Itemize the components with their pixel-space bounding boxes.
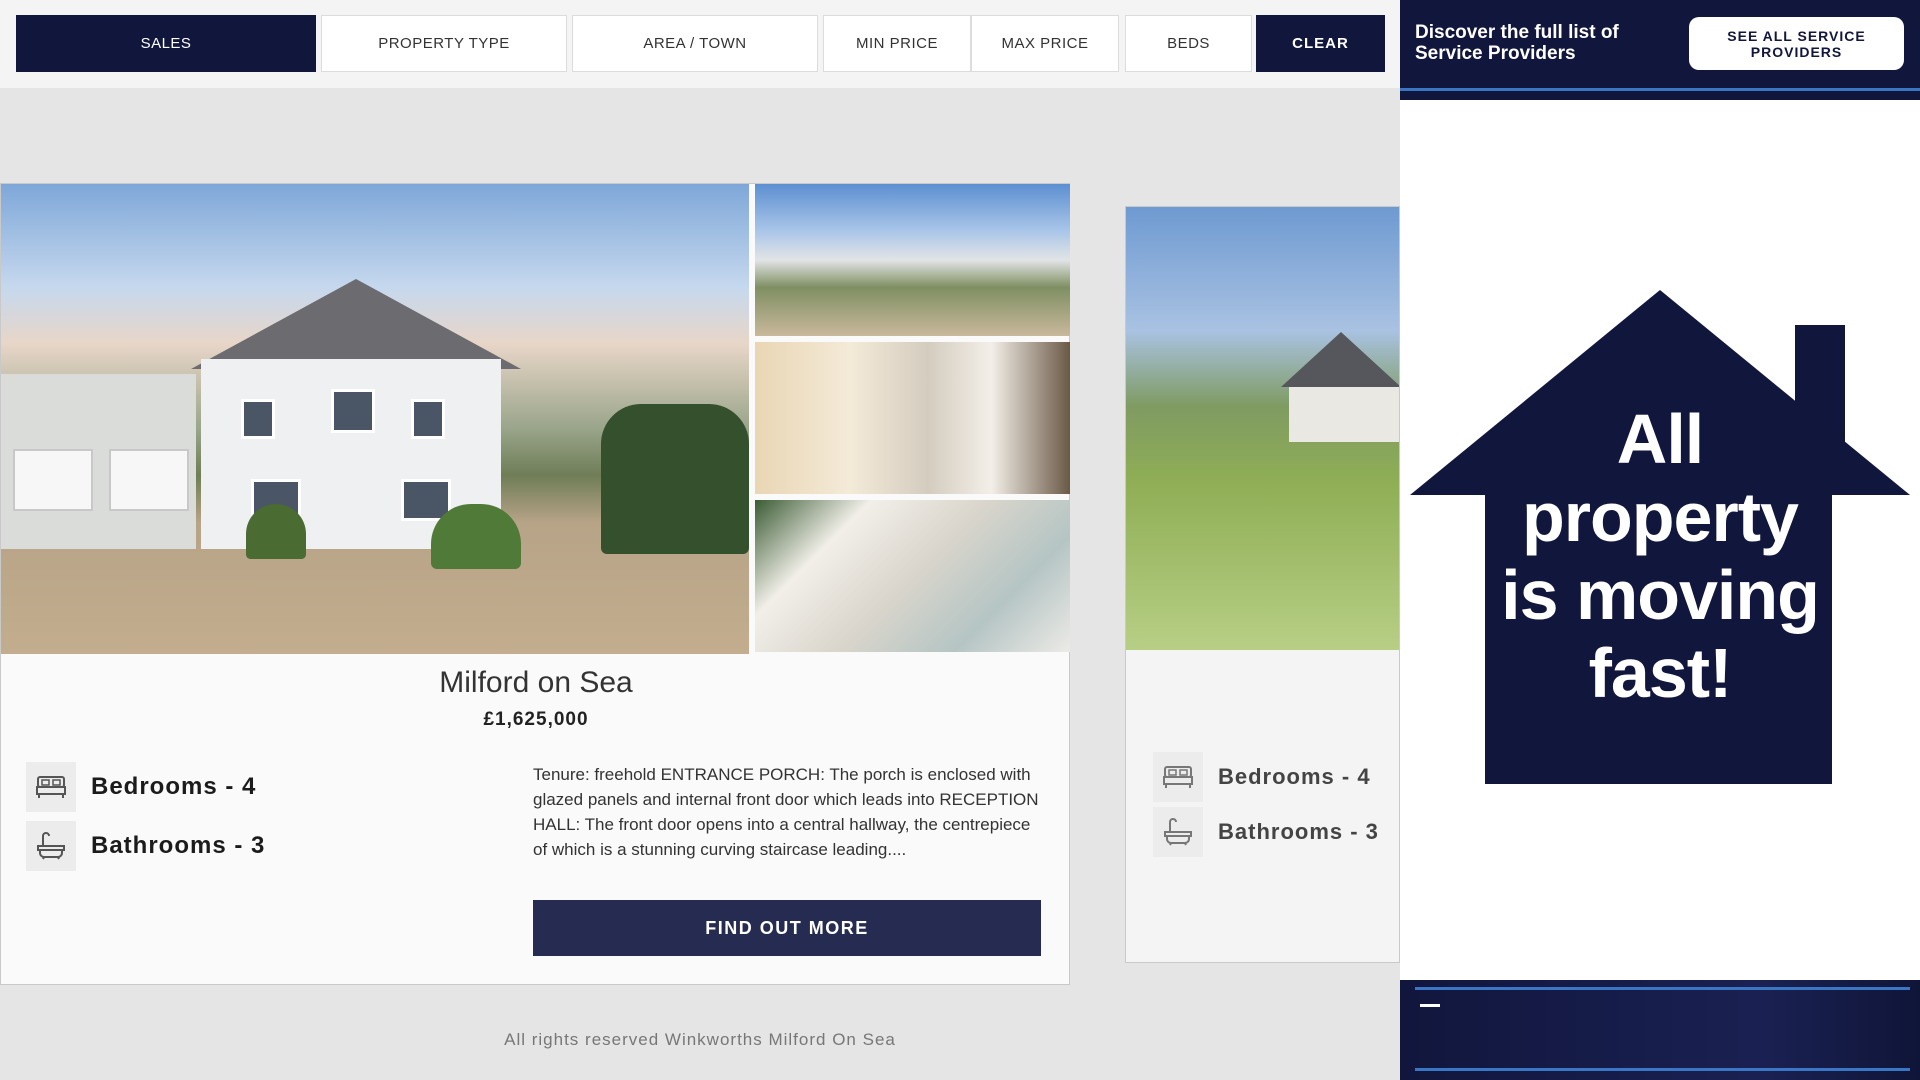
banner-divider bbox=[1400, 88, 1920, 91]
bottom-banner[interactable] bbox=[1400, 980, 1920, 1080]
bathrooms-feature-2: Bathrooms - 3 bbox=[1153, 807, 1379, 857]
bath-icon bbox=[1153, 807, 1203, 857]
property-price: £1,625,000 bbox=[483, 709, 589, 730]
filter-bar: SALES PROPERTY TYPE AREA / TOWN MIN PRIC… bbox=[0, 0, 1400, 88]
property-description: Tenure: freehold ENTRANCE PORCH: The por… bbox=[533, 765, 1039, 859]
find-out-more-button[interactable]: FIND OUT MORE bbox=[533, 900, 1041, 956]
thumbnail-staircase[interactable] bbox=[755, 342, 1070, 494]
main-property-photo[interactable] bbox=[1, 184, 749, 654]
bathrooms-label-2: Bathrooms - 3 bbox=[1218, 819, 1379, 844]
property-photo-2[interactable] bbox=[1126, 207, 1399, 650]
bed-icon bbox=[1153, 752, 1203, 802]
property-title[interactable]: Milford on Sea bbox=[1, 666, 1071, 700]
filter-beds[interactable]: BEDS bbox=[1125, 15, 1252, 72]
bedrooms-feature: Bedrooms - 4 bbox=[26, 762, 256, 812]
thumbnail-living-room[interactable] bbox=[755, 500, 1070, 652]
filter-max-price[interactable]: MAX PRICE bbox=[971, 15, 1119, 72]
advert-line-4: fast! bbox=[1588, 634, 1733, 712]
bathrooms-feature: Bathrooms - 3 bbox=[26, 821, 265, 871]
filter-sales[interactable]: SALES bbox=[16, 15, 316, 72]
thumbnail-exterior[interactable] bbox=[755, 184, 1070, 336]
bedrooms-label-2: Bedrooms - 4 bbox=[1218, 764, 1371, 789]
property-card: Milford on Sea £1,625,000 Bedrooms - 4 B… bbox=[0, 183, 1070, 985]
clear-button[interactable]: CLEAR bbox=[1256, 15, 1385, 72]
filter-area-town[interactable]: AREA / TOWN bbox=[572, 15, 818, 72]
advert-headline: All property is moving fast! bbox=[1400, 400, 1920, 712]
service-providers-text: Discover the full list of Service Provid… bbox=[1415, 22, 1619, 64]
filter-min-price[interactable]: MIN PRICE bbox=[823, 15, 971, 72]
service-providers-banner: Discover the full list of Service Provid… bbox=[1400, 0, 1920, 100]
bedrooms-label: Bedrooms - 4 bbox=[91, 773, 257, 800]
filter-property-type[interactable]: PROPERTY TYPE bbox=[321, 15, 567, 72]
sidebar: Discover the full list of Service Provid… bbox=[1400, 0, 1920, 1080]
footer-copyright: All rights reserved Winkworths Milford O… bbox=[504, 1030, 896, 1049]
property-card-2: Bedrooms - 4 Bathrooms - 3 bbox=[1125, 206, 1400, 963]
bed-icon bbox=[26, 762, 76, 812]
advert-line-1: All bbox=[1616, 400, 1704, 478]
photo-garage bbox=[1, 374, 196, 549]
see-all-service-providers-button[interactable]: SEE ALL SERVICE PROVIDERS bbox=[1689, 17, 1904, 70]
advert-panel[interactable]: All property is moving fast! bbox=[1400, 100, 1920, 980]
bracket-icon bbox=[1420, 1004, 1440, 1007]
bathrooms-label: Bathrooms - 3 bbox=[91, 832, 266, 859]
advert-line-2: property bbox=[1522, 478, 1799, 556]
advert-line-3: is moving bbox=[1501, 556, 1820, 634]
bath-icon bbox=[26, 821, 76, 871]
bedrooms-feature-2: Bedrooms - 4 bbox=[1153, 752, 1371, 802]
